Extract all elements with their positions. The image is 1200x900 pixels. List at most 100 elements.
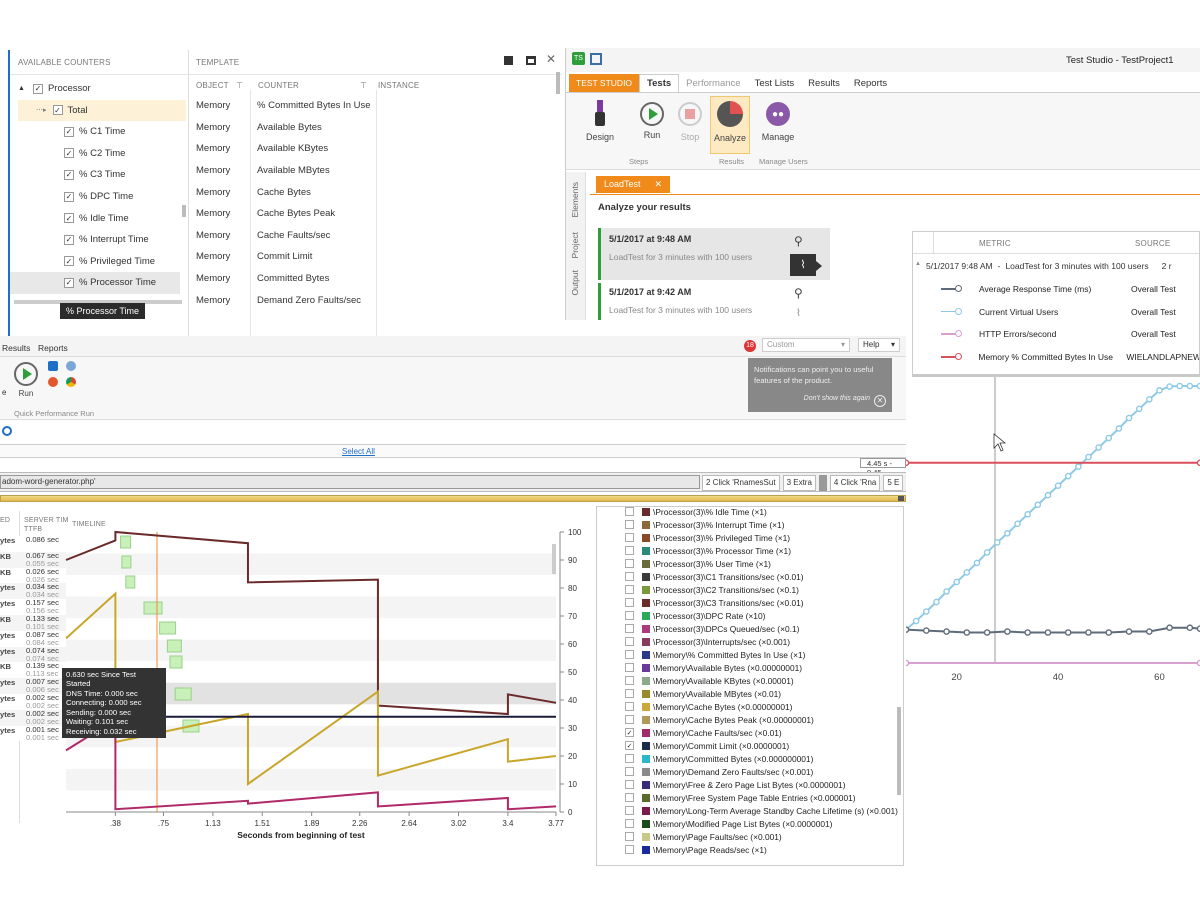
manage-button[interactable]: ●● Manage <box>758 102 798 142</box>
checkbox-icon[interactable]: ✓ <box>64 213 74 224</box>
legend-item[interactable]: \Processor(3)\C3 Transitions/sec (×0.01) <box>625 596 903 609</box>
template-row[interactable]: Memory Commit Limit <box>196 246 556 268</box>
counter-item[interactable]: ✓ % Idle Time <box>10 207 180 229</box>
drag-handle-icon[interactable]: ⋯▸ <box>36 106 47 114</box>
template-row[interactable]: Memory Cache Bytes <box>196 181 556 203</box>
ie-browser-icon[interactable] <box>48 361 58 371</box>
counter-item[interactable]: ✓ % Processor Time <box>10 272 180 294</box>
analyze-button[interactable]: Analyze <box>710 96 750 154</box>
checkbox-icon[interactable] <box>625 767 634 776</box>
counter-item[interactable]: ✓ % C1 Time <box>10 121 180 143</box>
tab-test-lists[interactable]: Test Lists <box>748 74 802 92</box>
checkbox-icon[interactable] <box>625 637 634 646</box>
tree-processor[interactable]: ▲ ✓ Processor <box>18 78 186 100</box>
legend-item[interactable]: \Processor(3)\DPCs Queued/sec (×0.1) <box>625 622 903 635</box>
waterfall-row[interactable]: KB 0.133 sec 0.101 sec <box>0 614 66 631</box>
checkbox-icon[interactable]: ✓ <box>64 169 74 180</box>
trend-icon[interactable]: ⌇ <box>796 308 801 319</box>
template-row[interactable]: Memory % Committed Bytes In Use <box>196 95 556 117</box>
checkbox-icon[interactable] <box>625 754 634 763</box>
legend-item[interactable]: \Processor(3)\% Interrupt Time (×1) <box>625 518 903 531</box>
col-metric[interactable]: METRIC <box>979 239 1011 248</box>
checkbox-icon[interactable]: ✓ <box>625 741 634 750</box>
checkbox-icon[interactable]: ✓ <box>64 234 74 245</box>
tree-total[interactable]: ⋯▸ ✓ Total <box>18 99 186 122</box>
side-tab-elements[interactable]: Elements <box>570 182 580 217</box>
legend-item[interactable]: \Processor(3)\% Privileged Time (×1) <box>625 531 903 544</box>
run-group-row[interactable]: ▲ 5/1/2017 9:48 AM - LoadTest for 3 minu… <box>915 261 1172 271</box>
template-row[interactable]: Memory Available Bytes <box>196 117 556 139</box>
design-button[interactable]: Design <box>580 100 620 142</box>
template-row[interactable]: Memory Demand Zero Faults/sec <box>196 289 556 311</box>
checkbox-icon[interactable] <box>625 676 634 685</box>
counter-item[interactable]: ✓ % Interrupt Time <box>10 229 180 251</box>
legend-item[interactable]: \Memory\Committed Bytes (×0.000000001) <box>625 752 903 765</box>
col-instance[interactable]: INSTANCE <box>378 81 419 90</box>
metric-row[interactable]: Current Virtual Users Overall Test <box>913 301 1199 324</box>
tab-reports[interactable]: Reports <box>847 74 894 92</box>
checkbox-icon[interactable]: ✓ <box>52 105 63 116</box>
template-row[interactable]: Memory Committed Bytes <box>196 268 556 290</box>
dismiss-icon[interactable]: ✕ <box>874 395 886 407</box>
checkbox-icon[interactable] <box>625 559 634 568</box>
checkbox-icon[interactable] <box>625 832 634 841</box>
legend-item[interactable]: \Processor(3)\Interrupts/sec (×0.001) <box>625 635 903 648</box>
legend-item[interactable]: \Memory\Cache Bytes Peak (×0.00000001) <box>625 713 903 726</box>
template-row[interactable]: Memory Cache Bytes Peak <box>196 203 556 225</box>
checkbox-icon[interactable] <box>625 611 634 620</box>
help-button[interactable]: Help ▾ <box>858 338 900 352</box>
checkbox-icon[interactable] <box>625 689 634 698</box>
collapse-arrow-icon[interactable]: ▲ <box>18 85 25 92</box>
checkbox-icon[interactable] <box>625 793 634 802</box>
run-button[interactable]: Run <box>632 102 672 140</box>
legend-item[interactable]: ✓ \Memory\Cache Faults/sec (×0.01) <box>625 726 903 739</box>
dont-show-link[interactable]: Don't show this again <box>804 394 870 405</box>
legend-item[interactable]: \Memory\Available Bytes (×0.00000001) <box>625 661 903 674</box>
counter-item[interactable]: ✓ % C2 Time <box>10 143 180 165</box>
checkbox-icon[interactable] <box>625 780 634 789</box>
legend-item[interactable]: \Memory\Available MBytes (×0.01) <box>625 687 903 700</box>
legend-item[interactable]: \Memory\Page Reads/sec (×1) <box>625 843 903 856</box>
scrollbar-thumb[interactable] <box>182 205 186 217</box>
checkbox-icon[interactable]: ✓ <box>64 126 74 137</box>
legend-item[interactable]: \Processor(3)\C1 Transitions/sec (×0.01) <box>625 570 903 583</box>
tab-performance[interactable]: Performance <box>679 74 747 92</box>
time-slider[interactable] <box>0 495 906 502</box>
col-ed[interactable]: ED <box>0 517 10 524</box>
checkbox-icon[interactable] <box>625 598 634 607</box>
waterfall-row[interactable]: ytes 0.157 sec 0.156 sec <box>0 599 66 615</box>
side-tab-project[interactable]: Project <box>570 232 580 258</box>
checkbox-icon[interactable] <box>625 845 634 854</box>
counter-item[interactable]: ✓ % C3 Time <box>10 164 180 186</box>
checkbox-icon[interactable]: ✓ <box>32 83 43 94</box>
template-row[interactable]: Memory Cache Faults/sec <box>196 225 556 247</box>
search-icon[interactable]: ⚲ <box>794 234 803 248</box>
step-tab[interactable]: 2 Click 'RnamesSut <box>702 475 780 491</box>
quick-access-icon[interactable] <box>590 53 602 65</box>
checkbox-icon[interactable]: ✓ <box>64 256 74 267</box>
checkbox-icon[interactable] <box>625 585 634 594</box>
checkbox-icon[interactable] <box>625 819 634 828</box>
layout-select[interactable]: Custom ▾ <box>762 338 850 352</box>
firefox-browser-icon[interactable] <box>48 377 58 387</box>
legend-item[interactable]: \Memory\Long-Term Average Standby Cache … <box>625 804 903 817</box>
collapse-arrow-icon[interactable]: ▲ <box>915 261 921 271</box>
waterfall-row[interactable]: ytes 0.087 sec 0.084 sec <box>0 630 66 647</box>
waterfall-row[interactable]: KB 0.067 sec 0.055 sec <box>0 551 66 568</box>
legend-item[interactable]: \Processor(3)\% Processor Time (×1) <box>625 544 903 557</box>
slider-handle[interactable] <box>898 496 904 501</box>
checkbox-icon[interactable] <box>625 520 634 529</box>
metric-row[interactable]: Memory % Committed Bytes In Use WIELANDLA… <box>913 346 1199 369</box>
save-icon[interactable] <box>504 56 513 65</box>
tab-results[interactable]: Results <box>2 343 30 353</box>
close-icon[interactable]: ✕ <box>546 52 556 66</box>
step-tab[interactable]: 5 E <box>883 475 904 491</box>
trend-chart[interactable]: 20 40 60 <box>906 377 1200 700</box>
legend-item[interactable]: \Processor(3)\% User Time (×1) <box>625 557 903 570</box>
select-all-link[interactable]: Select All <box>342 447 375 456</box>
checkbox-icon[interactable] <box>625 650 634 659</box>
checkbox-icon[interactable] <box>625 715 634 724</box>
filter-icon[interactable]: ⊤ <box>360 81 378 90</box>
checkbox-icon[interactable]: ✓ <box>625 728 634 737</box>
waterfall-row[interactable]: ytes 0.002 sec 0.002 sec <box>0 693 66 710</box>
